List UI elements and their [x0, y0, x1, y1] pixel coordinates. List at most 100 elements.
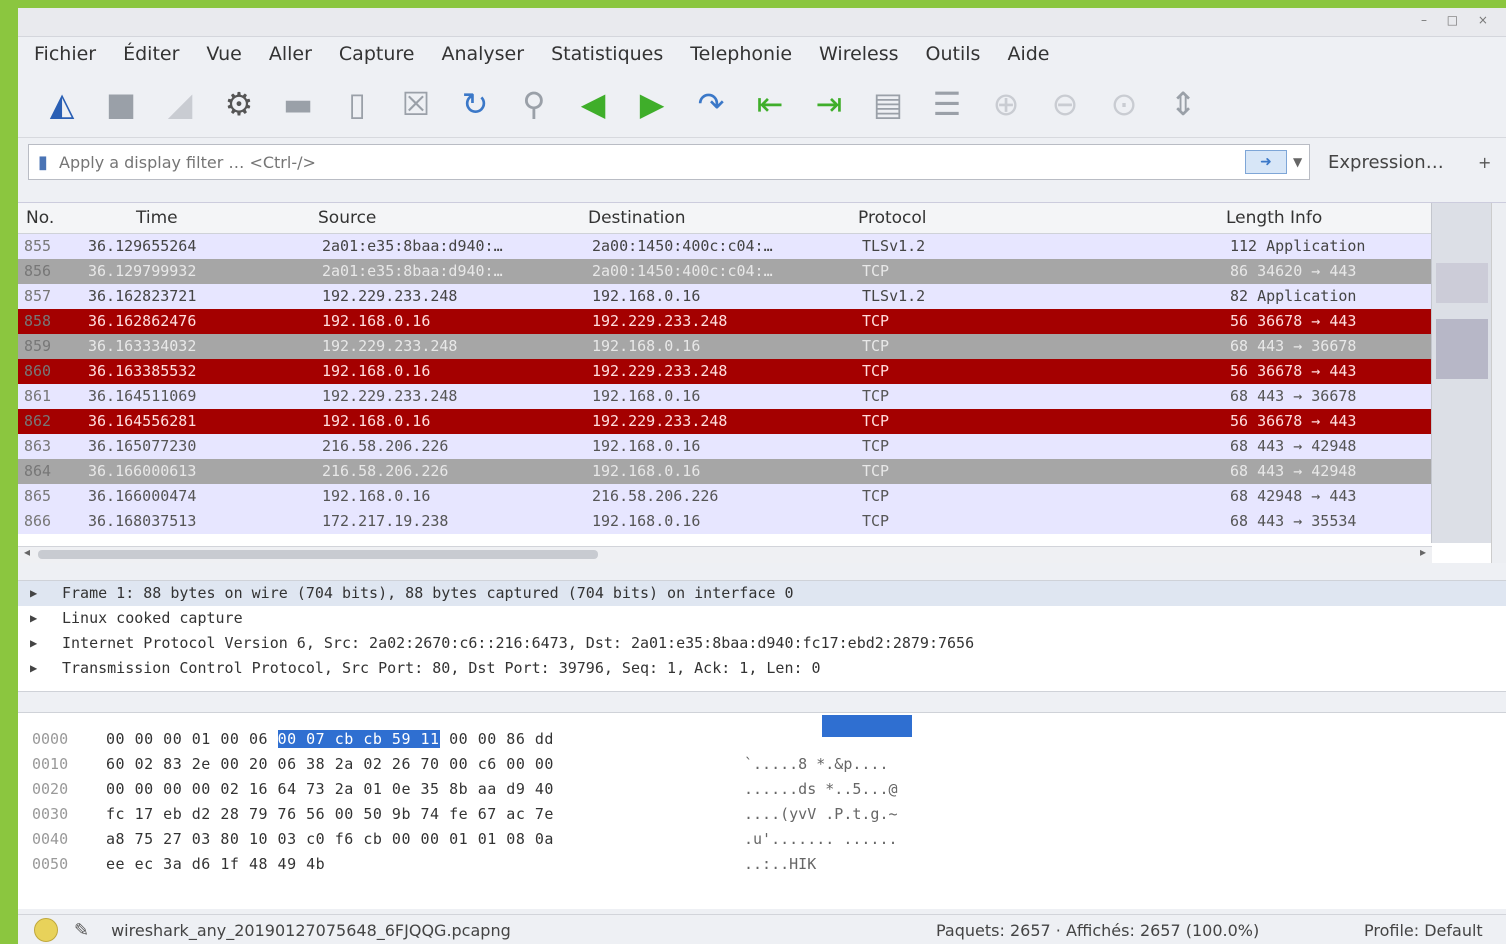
title-bar: – □ ×	[18, 8, 1506, 37]
options-gear-icon[interactable]: ⚙	[217, 82, 261, 126]
menu-item[interactable]: Telephonie	[690, 43, 792, 65]
packet-row[interactable]: 855 36.129655264 2a01:e35:8baa:d940:… 2a00:…	[18, 234, 1432, 259]
normal-size-icon[interactable]: ⊙	[1102, 82, 1146, 126]
save-file-icon[interactable]: ▯	[335, 82, 379, 126]
scroll-left-icon[interactable]: ◂	[24, 545, 30, 559]
packet-list-horizontal-scrollbar[interactable]: ◂ ▸	[18, 545, 1432, 563]
packet-cell-no: 861	[24, 387, 52, 405]
zoom-in-icon[interactable]: ⊕	[984, 82, 1028, 126]
packet-row[interactable]: 856 36.129799932 2a01:e35:8baa:d940:… 2a00:…	[18, 259, 1432, 284]
menu-item[interactable]: Vue	[206, 43, 241, 65]
window-controls[interactable]: – □ ×	[1421, 13, 1496, 27]
packet-row[interactable]: 865 36.166000474 192.168.0.16 216.58.206.22…	[18, 484, 1432, 509]
reload-icon[interactable]: ↻	[453, 82, 497, 126]
first-packet-icon[interactable]: ⇤	[748, 82, 792, 126]
colorize-icon[interactable]: ☰	[925, 82, 969, 126]
hex-offset: 0020	[32, 780, 69, 798]
packet-cell-proto: TCP	[862, 462, 890, 480]
packet-cell-proto: TCP	[862, 312, 890, 330]
packet-row[interactable]: 861 36.164511069 192.229.233.248 192.168.0.…	[18, 384, 1432, 409]
expert-info-icon[interactable]	[34, 918, 58, 942]
apply-filter-icon[interactable]: ➜	[1245, 150, 1287, 174]
packet-row[interactable]: 863 36.165077230 216.58.206.226 192.168.0.1…	[18, 434, 1432, 459]
find-icon[interactable]: ⚲	[512, 82, 556, 126]
display-filter-box: ▮ ➜ ▼	[28, 144, 1310, 180]
display-filter-bar: ▮ ➜ ▼ Expression… +	[18, 138, 1506, 186]
menu-item[interactable]: Fichier	[34, 43, 96, 65]
menu-item[interactable]: Capture	[339, 43, 415, 65]
scroll-right-icon[interactable]: ▸	[1420, 545, 1426, 559]
packet-row[interactable]: 857 36.162823721 192.229.233.248 192.168.0.…	[18, 284, 1432, 309]
last-packet-icon[interactable]: ⇥	[807, 82, 851, 126]
restart-icon[interactable]: ◢	[158, 82, 202, 126]
hex-row[interactable]: 0040 a8 75 27 03 80 10 03 c0 f6 cb 00 00 …	[18, 827, 1506, 852]
menu-item[interactable]: Statistiques	[551, 43, 663, 65]
column-header-no[interactable]: No.	[26, 208, 54, 228]
hex-row[interactable]: 0010 60 02 83 2e 00 20 06 38 2a 02 26 70 …	[18, 752, 1506, 777]
goto-packet-icon[interactable]: ↷	[689, 82, 733, 126]
menu-item[interactable]: Analyser	[441, 43, 524, 65]
zoom-out-icon[interactable]: ⊖	[1043, 82, 1087, 126]
resize-columns-icon[interactable]: ⇕	[1161, 82, 1205, 126]
packet-cell-info: 68 443 → 42948	[1230, 462, 1357, 480]
forward-arrow-icon[interactable]: ▶	[630, 82, 674, 126]
menu-item[interactable]: Outils	[926, 43, 981, 65]
packet-row[interactable]: 860 36.163385532 192.168.0.16 192.229.233.2…	[18, 359, 1432, 384]
detail-tree-item[interactable]: ▶ Internet Protocol Version 6, Src: 2a02:…	[18, 631, 1506, 656]
autoscroll-icon[interactable]: ▤	[866, 82, 910, 126]
column-header-source[interactable]: Source	[318, 208, 376, 228]
packet-cell-no: 857	[24, 287, 52, 305]
menu-item[interactable]: Éditer	[123, 43, 179, 65]
packet-list-vertical-scrollbar[interactable]	[1491, 203, 1506, 563]
hex-row[interactable]: 0000 00 00 00 01 00 06 00 07 cb cb 59 11 …	[18, 727, 1506, 752]
display-filter-input[interactable]	[57, 151, 1245, 173]
packet-cell-info: 86 34620 → 443	[1230, 262, 1357, 280]
filter-history-chevron-icon[interactable]: ▼	[1293, 155, 1309, 169]
ascii-bytes: ......ds *..5...@	[744, 780, 898, 798]
status-bar: ✎ wireshark_any_20190127075648_6FJQQG.pc…	[18, 914, 1506, 944]
menu-item[interactable]: Wireless	[819, 43, 899, 65]
packet-minimap[interactable]	[1431, 203, 1492, 543]
menu-item[interactable]: Aller	[269, 43, 312, 65]
shark-fin-icon[interactable]: ◭	[40, 82, 84, 126]
packet-row[interactable]: 864 36.166000613 216.58.206.226 192.168.0.1…	[18, 459, 1432, 484]
packet-row[interactable]: 859 36.163334032 192.229.233.248 192.168.0.…	[18, 334, 1432, 359]
open-folder-icon[interactable]: ▬	[276, 82, 320, 126]
expression-button[interactable]: Expression…	[1310, 152, 1478, 173]
packet-row[interactable]: 862 36.164556281 192.168.0.16 192.229.233.2…	[18, 409, 1432, 434]
detail-tree-item[interactable]: ▶ Frame 1: 88 bytes on wire (704 bits), 8…	[18, 581, 1506, 606]
horizontal-scroll-thumb[interactable]	[38, 550, 598, 559]
column-header-destination[interactable]: Destination	[588, 208, 686, 228]
expand-arrow-icon[interactable]: ▶	[30, 656, 37, 681]
close-file-icon[interactable]: ☒	[394, 82, 438, 126]
packet-row[interactable]: 858 36.162862476 192.168.0.16 192.229.233.2…	[18, 309, 1432, 334]
packet-cell-proto: TCP	[862, 337, 890, 355]
packet-row[interactable]: 866 36.168037513 172.217.19.238 192.168.0.1…	[18, 509, 1432, 534]
packet-rows: 855 36.129655264 2a01:e35:8baa:d940:… 2a00:…	[18, 234, 1506, 534]
menu-item[interactable]: Aide	[1007, 43, 1049, 65]
hex-row[interactable]: 0020 00 00 00 00 02 16 64 73 2a 01 0e 35 …	[18, 777, 1506, 802]
profile-indicator[interactable]: Profile: Default	[1364, 921, 1483, 940]
packet-cell-no: 856	[24, 262, 52, 280]
column-header-time[interactable]: Time	[136, 208, 178, 228]
packet-cell-dst: 192.168.0.16	[592, 287, 701, 305]
back-arrow-icon[interactable]: ◀	[571, 82, 615, 126]
expand-arrow-icon[interactable]: ▶	[30, 631, 37, 656]
expand-arrow-icon[interactable]: ▶	[30, 581, 37, 606]
detail-tree-item[interactable]: ▶ Linux cooked capture	[18, 606, 1506, 631]
expand-arrow-icon[interactable]: ▶	[30, 606, 37, 631]
capture-comment-icon[interactable]: ✎	[74, 920, 89, 941]
packet-cell-src: 192.229.233.248	[322, 287, 458, 305]
add-filter-button[interactable]: +	[1478, 153, 1496, 172]
packet-cell-time: 36.165077230	[88, 437, 197, 455]
column-header-length-info[interactable]: Length Info	[1226, 208, 1322, 228]
stop-icon[interactable]: ■	[99, 82, 143, 126]
hex-bytes: 60 02 83 2e 00 20 06 38 2a 02 26 70 00 c…	[106, 752, 554, 777]
detail-tree-item[interactable]: ▶ Transmission Control Protocol, Src Port…	[18, 656, 1506, 681]
bookmark-icon[interactable]: ▮	[29, 152, 57, 173]
packet-cell-proto: TCP	[862, 262, 890, 280]
hex-row[interactable]: 0050 ee ec 3a d6 1f 48 49 4b ..:..HIK	[18, 852, 1506, 877]
column-header-protocol[interactable]: Protocol	[858, 208, 927, 228]
hex-bytes-selected: 00 07 cb cb 59 11	[277, 730, 440, 748]
hex-row[interactable]: 0030 fc 17 eb d2 28 79 76 56 00 50 9b 74 …	[18, 802, 1506, 827]
